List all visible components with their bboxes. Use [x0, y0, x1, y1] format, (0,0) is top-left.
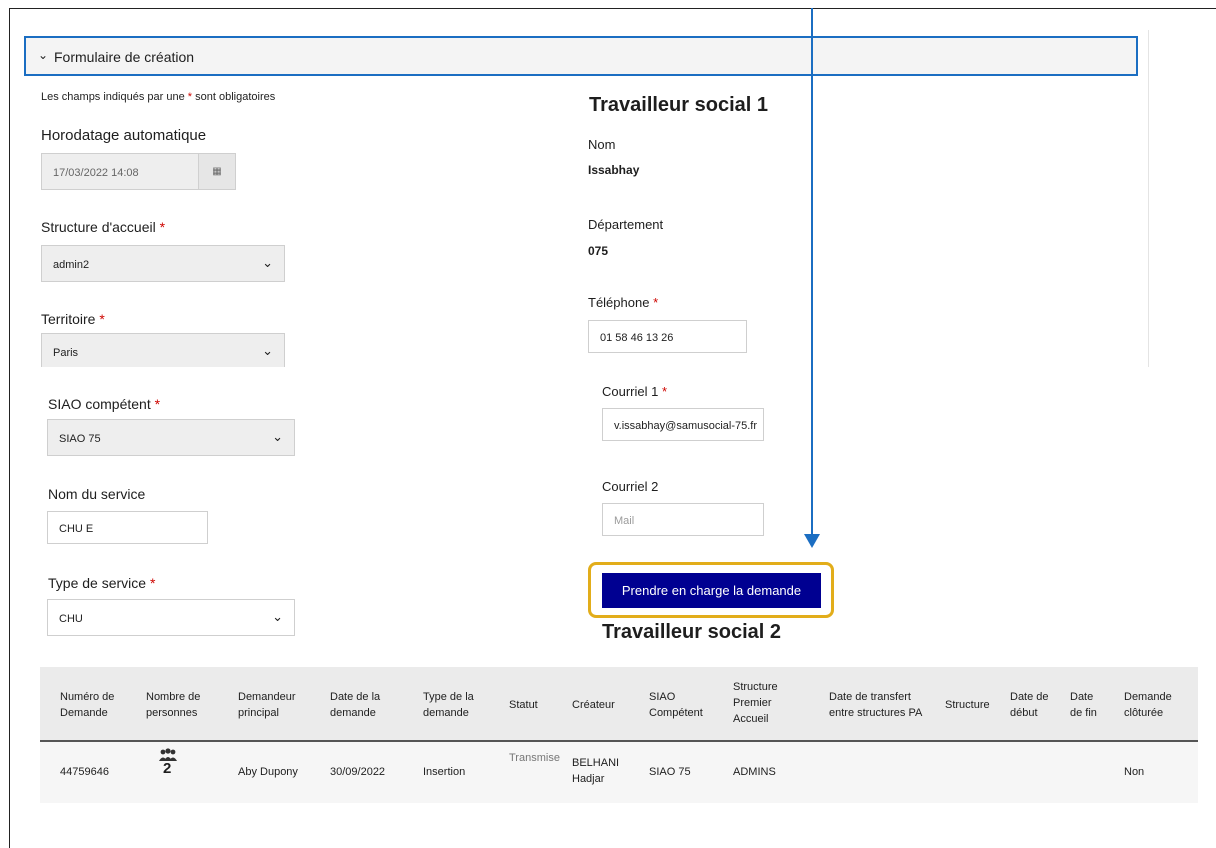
th-date[interactable]: Date de la demande	[330, 689, 400, 721]
chevron-down-icon: ⌄	[272, 609, 283, 624]
nom-label: Nom	[588, 137, 616, 152]
chevron-down-icon: ⌄	[38, 48, 49, 62]
th-structure-pa[interactable]: Structure Premier Accueil	[733, 679, 793, 727]
tel-input[interactable]: 01 58 46 13 26	[588, 320, 747, 353]
th-numero[interactable]: Numéro de Demande	[60, 689, 130, 721]
th-date-debut[interactable]: Date de début	[1010, 689, 1055, 721]
annotation-arrow-head	[804, 534, 820, 548]
service-label: Nom du service	[48, 486, 146, 502]
dept-label: Département	[588, 217, 664, 232]
required-star: *	[187, 91, 193, 103]
social1-title: Travailleur social 1	[589, 94, 768, 116]
nom-value: Issabhay	[588, 163, 640, 177]
mail1-input[interactable]: v.issabhay@samusocial-75.fr	[602, 408, 764, 441]
dept-value: 075	[588, 244, 609, 258]
cell-statut: Transmise	[509, 752, 560, 764]
th-createur[interactable]: Créateur	[572, 697, 632, 713]
mail1-label: Courriel 1 *	[602, 384, 668, 399]
service-input[interactable]: CHU E	[47, 511, 208, 544]
table-row[interactable]: 44759646 2 Aby Dupony 30/09/2022 Inserti…	[40, 742, 1198, 803]
cell-numero: 44759646	[60, 766, 109, 778]
siao-label: SIAO compétent *	[48, 396, 161, 412]
territoire-select[interactable]: Paris ⌄	[41, 333, 285, 370]
th-cloturee[interactable]: Demande clôturée	[1124, 689, 1184, 721]
cell-personnes: 2	[158, 748, 198, 777]
structure-label: Structure d'accueil *	[41, 219, 166, 235]
th-type[interactable]: Type de la demande	[423, 689, 493, 721]
th-statut[interactable]: Statut	[509, 697, 559, 713]
persons-count: 2	[163, 760, 172, 777]
mail2-input[interactable]: Mail	[602, 503, 764, 536]
cell-type: Insertion	[423, 766, 466, 778]
required-note: Les champs indiqués par une * sont oblig…	[41, 91, 276, 103]
accordion-header[interactable]: ⌄ Formulaire de création	[24, 36, 1138, 76]
th-personnes[interactable]: Nombre de personnes	[146, 689, 216, 721]
cell-demandeur: Aby Dupony	[238, 766, 298, 778]
th-date-fin[interactable]: Date de fin	[1070, 689, 1100, 721]
type-service-label: Type de service *	[48, 575, 156, 591]
chevron-down-icon: ⌄	[262, 343, 273, 358]
cell-structure-pa: ADMINS	[733, 766, 776, 778]
territoire-label: Territoire *	[41, 311, 105, 327]
cell-cloturee: Non	[1124, 766, 1145, 778]
calendar-icon[interactable]: ▦	[198, 154, 235, 189]
th-demandeur[interactable]: Demandeur principal	[238, 689, 308, 721]
timestamp-field[interactable]: 17/03/2022 14:08 ▦	[41, 153, 236, 190]
requests-table: Numéro de Demande Nombre de personnes De…	[40, 667, 1198, 803]
chevron-down-icon: ⌄	[262, 255, 273, 270]
type-service-select[interactable]: CHU ⌄	[47, 599, 295, 636]
th-siao[interactable]: SIAO Compétent	[649, 689, 719, 721]
siao-select[interactable]: SIAO 75 ⌄	[47, 419, 295, 456]
table-header-row: Numéro de Demande Nombre de personnes De…	[40, 667, 1198, 742]
accordion-label: Formulaire de création	[54, 49, 195, 65]
cell-createur: BELHANI Hadjar	[572, 757, 620, 785]
tel-label: Téléphone *	[588, 295, 659, 310]
mail2-label: Courriel 2	[602, 479, 659, 494]
cell-date: 30/09/2022	[330, 766, 386, 778]
take-charge-button[interactable]: Prendre en charge la demande	[602, 573, 821, 608]
annotation-arrow	[811, 8, 813, 540]
social2-title: Travailleur social 2	[602, 621, 781, 643]
panel-divider	[1148, 30, 1149, 370]
structure-select[interactable]: admin2 ⌄	[41, 245, 285, 282]
th-date-transfert[interactable]: Date de transfert entre structures PA	[829, 689, 939, 721]
timestamp-label: Horodatage automatique	[41, 127, 207, 144]
cell-siao: SIAO 75	[649, 766, 691, 778]
chevron-down-icon: ⌄	[272, 429, 283, 444]
th-structure[interactable]: Structure	[945, 697, 1005, 713]
